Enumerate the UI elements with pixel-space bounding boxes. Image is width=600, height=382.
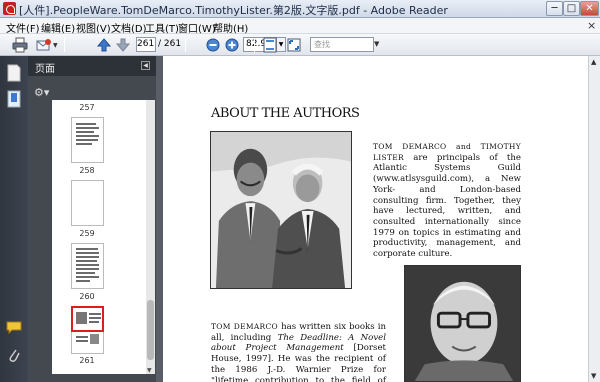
- menu-edit[interactable]: 编辑(E): [41, 20, 75, 35]
- page-total: / 261: [158, 39, 182, 49]
- maximize-button[interactable]: □: [563, 1, 580, 16]
- document-scrollbar[interactable]: ▲ ▼: [588, 56, 600, 382]
- toolbar-separator: [185, 38, 186, 52]
- search-input[interactable]: 查找: [310, 37, 374, 52]
- attachments-icon[interactable]: [6, 346, 22, 364]
- thumbnail-label: 261: [79, 356, 95, 365]
- authors-photo: [210, 131, 352, 289]
- bookmarks-panel-icon[interactable]: [6, 90, 22, 108]
- email-dropdown-icon[interactable]: ▼: [53, 42, 58, 49]
- thumbnail-label: 258: [79, 166, 95, 175]
- print-icon[interactable]: [12, 37, 28, 53]
- page-thumbnail-259[interactable]: [71, 180, 104, 226]
- demarco-name: TOM DEMARCO: [211, 322, 278, 331]
- thumbnail-list[interactable]: 257 258 259 260 261: [52, 100, 146, 374]
- menu-tools[interactable]: 工具(T): [145, 20, 179, 35]
- page-number-input[interactable]: 261: [136, 37, 156, 52]
- menu-file[interactable]: 文件(F): [6, 20, 40, 35]
- adobe-reader-icon: [3, 2, 16, 15]
- panel-splitter[interactable]: [156, 56, 163, 382]
- toolbar: ▼ 261 / 261 82.9% ▼ 查找 ▼: [0, 34, 600, 56]
- search-dropdown-icon[interactable]: ▼: [374, 40, 379, 48]
- collapse-panel-icon[interactable]: ◀: [141, 61, 150, 70]
- pages-side-panel: 页面 ◀ ⚙▾ 257 258 259 260 261 ▼: [28, 56, 156, 382]
- previous-page-icon[interactable]: [96, 37, 112, 53]
- authors-bio-text: are principals of the Atlantic Systems G…: [373, 152, 521, 260]
- menu-document[interactable]: 文档(D): [111, 20, 147, 35]
- next-page-icon[interactable]: [115, 37, 131, 53]
- full-screen-icon[interactable]: [286, 37, 302, 53]
- window-title: [人件].PeopleWare.TomDeMarco.TimothyLister…: [19, 4, 448, 17]
- close-button[interactable]: ✕: [580, 1, 599, 16]
- authors-bio: TOM DEMARCO and TIMOTHY LISTER are princ…: [373, 142, 521, 260]
- side-panel-header: 页面 ◀: [28, 56, 156, 76]
- fit-page-icon[interactable]: [262, 37, 278, 53]
- side-panel-title: 页面: [35, 64, 55, 75]
- title-bar: [人件].PeopleWare.TomDeMarco.TimothyLister…: [0, 0, 600, 18]
- demarco-bio: TOM DEMARCO has written six books in all…: [211, 322, 386, 382]
- navigation-panel: [0, 56, 28, 382]
- page-thumbnail-261-current[interactable]: [71, 306, 104, 332]
- scroll-down-arrow-icon[interactable]: ▼: [591, 372, 596, 380]
- pdf-page: ABOUT THE AUTHORS TOM DEMARCO and TIMOTH…: [163, 56, 588, 382]
- zoom-dropdown-icon[interactable]: ▼: [277, 37, 286, 52]
- menu-view[interactable]: 视图(V): [76, 20, 111, 35]
- menu-bar: 文件(F) 编辑(E) 视图(V) 文档(D) 工具(T) 窗口(W) 帮助(H…: [0, 18, 600, 35]
- document-close-icon[interactable]: ×: [587, 19, 596, 32]
- scroll-up-arrow-icon[interactable]: ▲: [591, 58, 596, 66]
- scroll-down-arrow-icon[interactable]: ▼: [147, 367, 152, 374]
- comments-icon[interactable]: [6, 318, 22, 336]
- zoom-out-icon[interactable]: [205, 37, 221, 53]
- page-heading: ABOUT THE AUTHORS: [211, 106, 360, 121]
- thumbnail-label: 257: [79, 103, 95, 112]
- page-thumbnail-258[interactable]: [71, 117, 104, 163]
- thumbnail-label: 260: [79, 292, 95, 301]
- toolbar-separator: [64, 38, 65, 52]
- page-thumbnail-260[interactable]: [71, 243, 104, 289]
- zoom-in-icon[interactable]: [224, 37, 240, 53]
- options-gear-icon[interactable]: ⚙▾: [34, 86, 54, 100]
- tom-demarco-photo: [404, 265, 521, 382]
- email-icon[interactable]: [36, 37, 52, 53]
- menu-window[interactable]: 窗口(W): [178, 20, 216, 35]
- thumbnail-scrollbar-thumb[interactable]: [147, 300, 154, 360]
- thumbnail-label: 259: [79, 229, 95, 238]
- thumbnail-scrollbar[interactable]: ▼: [146, 100, 155, 374]
- document-view[interactable]: ABOUT THE AUTHORS TOM DEMARCO and TIMOTH…: [163, 56, 588, 382]
- toolbar-separator: [254, 38, 255, 52]
- menu-help[interactable]: 帮助(H): [213, 20, 248, 35]
- pages-panel-icon[interactable]: [6, 64, 22, 82]
- page-thumbnail-261-lower[interactable]: [71, 332, 104, 354]
- minimize-button[interactable]: ─: [546, 1, 563, 16]
